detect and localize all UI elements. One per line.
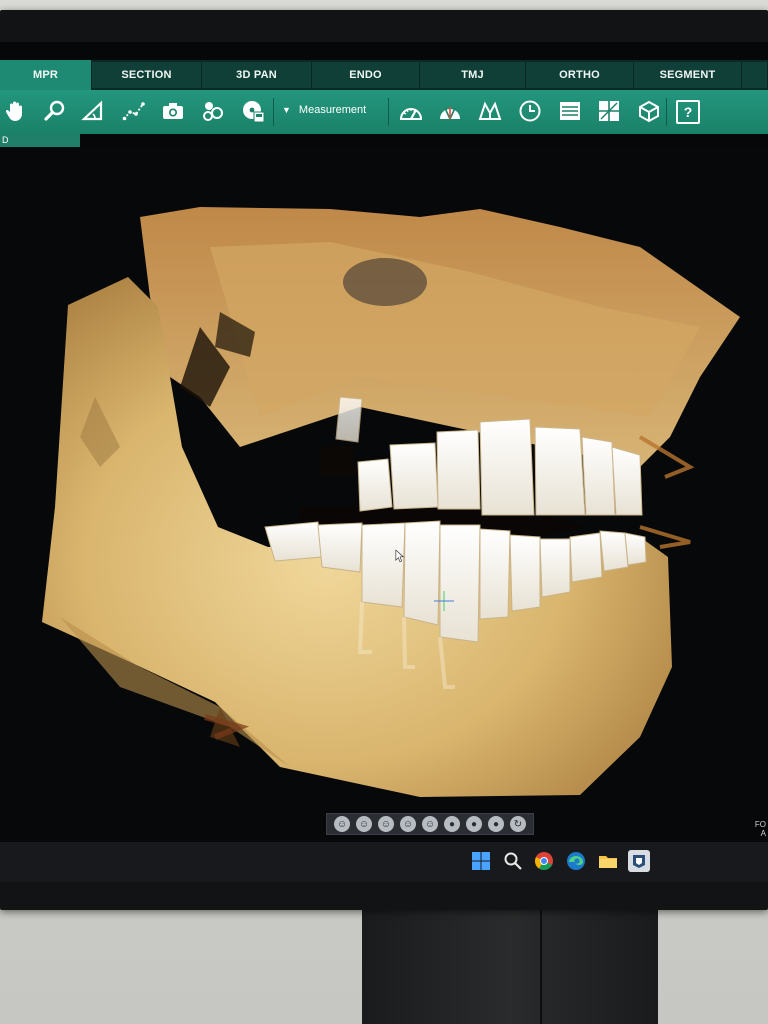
view-left-icon[interactable]: ☺ [356,816,372,832]
tab-mpr[interactable]: MPR [0,60,92,90]
dropdown-triangle-icon: ▼ [282,105,291,115]
toolbar-separator [666,98,667,126]
edge-icon[interactable] [565,850,587,872]
polyline-icon[interactable] [121,98,147,124]
view-right-icon[interactable]: ☺ [378,816,394,832]
monitor: MPR SECTION 3D PAN ENDO TMJ ORTHO SEGMEN… [0,10,768,910]
toolbar: ▼ Measurement ? [0,90,768,134]
disk-icon[interactable] [240,98,266,124]
tab-segment[interactable]: SEGMENT [634,62,742,88]
monitor-stand [362,905,658,1024]
tab-overflow[interactable] [742,62,768,88]
camera-icon[interactable] [160,98,186,124]
cube-icon[interactable] [636,98,662,124]
rotate-icon[interactable]: ↻ [510,816,526,832]
toolbar-separator [388,98,389,126]
screen: MPR SECTION 3D PAN ENDO TMJ ORTHO SEGMEN… [0,42,768,882]
tab-ortho[interactable]: ORTHO [526,62,634,88]
view-reset-icon[interactable]: ● [488,816,504,832]
volume-render-jaw [42,207,740,797]
toolbar-separator [273,98,274,126]
mouse-cursor-icon [395,549,405,566]
ruler-meter-icon[interactable] [398,98,424,124]
view-back-icon[interactable]: ☺ [400,816,416,832]
chrome-icon[interactable] [533,850,555,872]
view-lateral-icon[interactable]: ● [466,816,482,832]
view-top-icon[interactable]: ☺ [422,816,438,832]
protractor-icon[interactable] [437,98,463,124]
tab-bar: MPR SECTION 3D PAN ENDO TMJ ORTHO SEGMEN… [0,60,768,90]
search-icon[interactable] [502,850,524,872]
monitor-stand-seam [540,905,542,1024]
people-icon[interactable] [200,98,226,124]
layers-icon[interactable] [557,98,583,124]
windows-start-icon[interactable] [470,850,492,872]
tab-section[interactable]: SECTION [92,62,202,88]
tab-endo[interactable]: ENDO [312,62,420,88]
measurement-dropdown[interactable]: ▼ Measurement [282,104,366,116]
hand-icon[interactable] [2,98,28,124]
measurement-label: Measurement [298,104,367,116]
taskbar [0,842,768,882]
help-icon[interactable]: ? [676,100,700,124]
view-bottom-icon[interactable]: ● [444,816,460,832]
angle-icon[interactable] [80,98,106,124]
clock-icon[interactable] [517,98,543,124]
mirror-icon[interactable] [477,98,503,124]
tab-3d-pan[interactable]: 3D PAN [202,62,312,88]
corner-label: FO A [754,820,766,838]
view-front-icon[interactable]: ☺ [334,816,350,832]
grid-icon[interactable] [596,98,622,124]
zoom-icon[interactable] [42,98,68,124]
tab-tmj[interactable]: TMJ [420,62,526,88]
view-label-tab[interactable]: D [0,134,80,147]
3d-viewport[interactable] [0,147,768,847]
app-icon[interactable] [628,850,650,872]
view-orientation-bar: ☺ ☺ ☺ ☺ ☺ ● ● ● ↻ [326,813,534,835]
crosshair-icon [434,591,454,611]
explorer-folder-icon[interactable] [597,850,619,872]
